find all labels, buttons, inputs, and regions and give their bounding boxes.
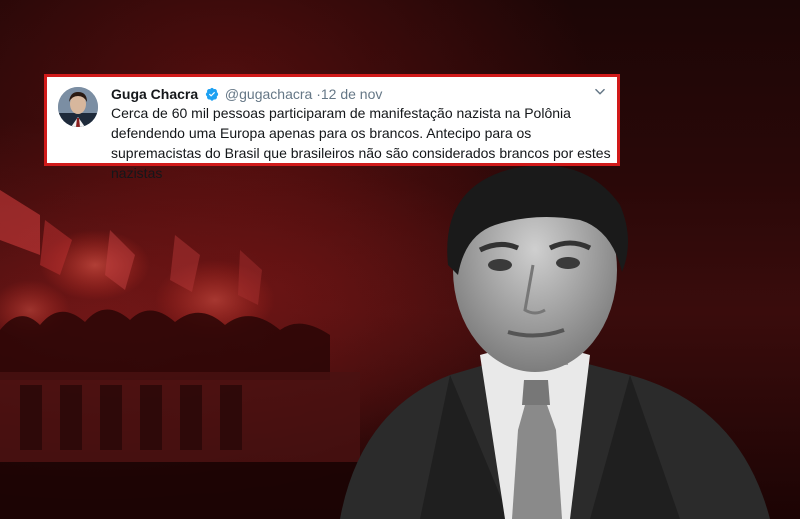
tweet-date[interactable]: 12 de nov	[321, 86, 383, 102]
tweet-card: Guga Chacra @gugachacra ·12 de nov Cerca…	[44, 74, 620, 181]
chevron-down-icon[interactable]	[593, 85, 607, 104]
avatar[interactable]	[58, 87, 98, 127]
tweet-header: Guga Chacra @gugachacra ·12 de nov	[111, 85, 382, 103]
tweet-text: Cerca de 60 mil pessoas participaram de …	[111, 105, 611, 181]
avatar-image	[58, 87, 98, 127]
person-photo	[340, 165, 770, 519]
author-name[interactable]: Guga Chacra	[111, 86, 198, 102]
author-handle[interactable]: @gugachacra	[225, 86, 312, 102]
